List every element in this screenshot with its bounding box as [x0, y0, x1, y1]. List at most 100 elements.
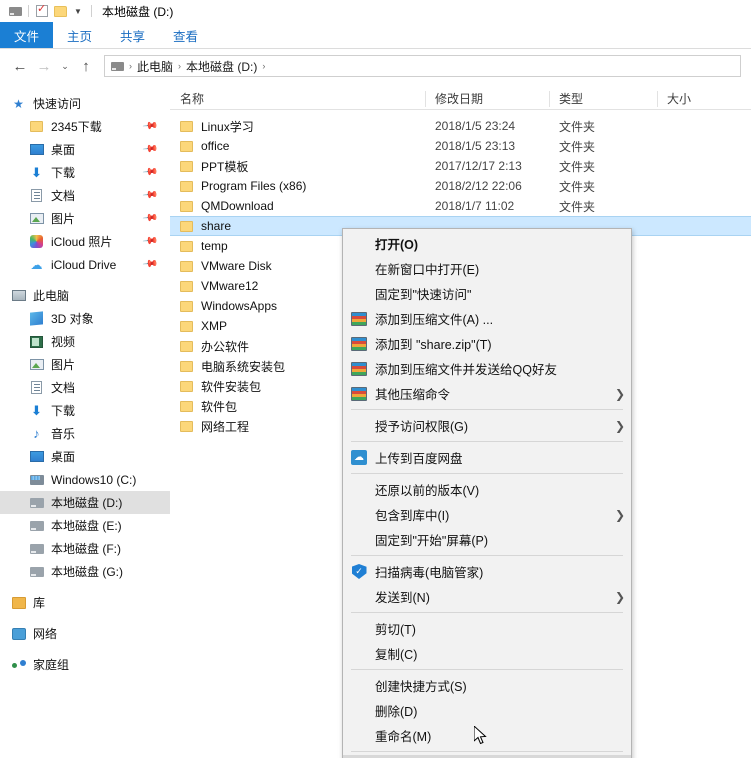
sidebar-item-local-disk-g[interactable]: 本地磁盘 (G:)	[0, 560, 170, 583]
address-bar[interactable]: › 此电脑 › 本地磁盘 (D:) ›	[104, 55, 741, 77]
menu-item-other-archive-commands[interactable]: 其他压缩命令 ❯	[343, 381, 631, 406]
sidebar-group-libraries[interactable]: 库	[0, 591, 170, 614]
menu-item-archive-and-send-qq[interactable]: 添加到压缩文件并发送给QQ好友	[343, 356, 631, 381]
sidebar-label: 下载	[51, 404, 76, 418]
menu-item-restore-previous-versions[interactable]: 还原以前的版本(V)	[343, 477, 631, 502]
recent-locations-icon[interactable]: ⌄	[56, 54, 74, 78]
file-name: Linux学习	[201, 119, 254, 134]
sidebar-item-desktop[interactable]: 桌面 📌	[0, 138, 170, 161]
table-row[interactable]: Linux学习 2018/1/5 23:24 文件夹	[170, 116, 751, 136]
tab-file[interactable]: 文件	[0, 22, 54, 48]
tab-home[interactable]: 主页	[53, 22, 106, 48]
forward-button[interactable]: →	[32, 54, 56, 78]
folder-icon	[180, 200, 193, 212]
sidebar-item-local-disk-f[interactable]: 本地磁盘 (F:)	[0, 537, 170, 560]
sidebar-group-this-pc[interactable]: 此电脑	[0, 284, 170, 307]
sidebar-label: 2345下载	[51, 120, 102, 134]
table-row[interactable]: office 2018/1/5 23:13 文件夹	[170, 136, 751, 156]
breadcrumb-separator-2[interactable]: ›	[262, 61, 265, 71]
sidebar-item-windows10-c[interactable]: Windows10 (C:)	[0, 468, 170, 491]
drive-icon[interactable]	[6, 2, 24, 20]
sidebar-label: 本地磁盘 (E:)	[51, 519, 122, 533]
breadcrumb-local-disk-d[interactable]: 本地磁盘 (D:)	[186, 58, 257, 75]
context-menu[interactable]: 打开(O) 在新窗口中打开(E) 固定到"快速访问" 添加到压缩文件(A) ..…	[342, 228, 632, 758]
file-name: 网络工程	[201, 419, 250, 434]
3d-objects-icon	[28, 311, 45, 327]
sidebar-label: 文档	[51, 189, 76, 203]
sidebar-item-downloads[interactable]: ⬇ 下载 📌	[0, 161, 170, 184]
back-button[interactable]: ←	[8, 54, 32, 78]
menu-item-upload-baidu-netdisk[interactable]: ☁ 上传到百度网盘	[343, 445, 631, 470]
menu-item-send-to[interactable]: 发送到(N) ❯	[343, 584, 631, 609]
tab-view[interactable]: 查看	[159, 22, 212, 48]
file-name: PPT模板	[201, 159, 249, 174]
menu-separator	[351, 612, 623, 613]
menu-item-add-to-archive[interactable]: 添加到压缩文件(A) ...	[343, 306, 631, 331]
column-header-date[interactable]: 修改日期	[425, 88, 549, 110]
sidebar-label: 本地磁盘 (F:)	[51, 542, 121, 556]
column-header-size[interactable]: 大小	[657, 88, 751, 110]
up-button[interactable]: ↑	[74, 54, 98, 78]
sidebar-item-icloud-photos[interactable]: iCloud 照片 📌	[0, 230, 170, 253]
folder-icon	[180, 120, 193, 132]
navigation-pane[interactable]: ★ 快速访问 2345下载 📌 桌面 📌 ⬇ 下载 📌 文档 📌 图片 📌 iC…	[0, 88, 170, 758]
sidebar-item-icloud-drive[interactable]: ☁ iCloud Drive 📌	[0, 253, 170, 276]
column-header-type[interactable]: 类型	[549, 88, 657, 110]
menu-item-delete[interactable]: 删除(D)	[343, 698, 631, 723]
file-name: WindowsApps	[201, 299, 278, 313]
pin-icon: 📌	[141, 141, 159, 158]
sidebar-item-local-disk-e[interactable]: 本地磁盘 (E:)	[0, 514, 170, 537]
folder-icon	[180, 260, 193, 272]
videos-icon	[28, 334, 45, 350]
sidebar-label: 桌面	[51, 143, 76, 157]
menu-item-include-in-library[interactable]: 包含到库中(I) ❯	[343, 502, 631, 527]
music-icon: ♪	[33, 426, 40, 441]
sidebar-item-music[interactable]: ♪ 音乐	[0, 422, 170, 445]
ribbon-tabs: 文件 主页 共享 查看	[0, 22, 751, 49]
sidebar-item-videos[interactable]: 视频	[0, 330, 170, 353]
sidebar-item-downloads-pc[interactable]: ⬇ 下载	[0, 399, 170, 422]
menu-item-cut[interactable]: 剪切(T)	[343, 616, 631, 641]
menu-item-add-to-share-zip[interactable]: 添加到 "share.zip"(T)	[343, 331, 631, 356]
file-name: temp	[201, 239, 228, 253]
menu-item-grant-access[interactable]: 授予访问权限(G) ❯	[343, 413, 631, 438]
new-folder-icon[interactable]	[51, 2, 69, 20]
sidebar-group-homegroup[interactable]: 家庭组	[0, 653, 170, 676]
breadcrumb-separator-0: ›	[129, 61, 132, 71]
menu-item-copy[interactable]: 复制(C)	[343, 641, 631, 666]
file-name: Program Files (x86)	[201, 179, 307, 193]
sidebar-item-pictures-pc[interactable]: 图片	[0, 353, 170, 376]
sidebar-item-desktop-pc[interactable]: 桌面	[0, 445, 170, 468]
file-date: 2018/1/5 23:24	[435, 119, 516, 133]
pin-icon: 📌	[141, 256, 159, 273]
sidebar-item-3d-objects[interactable]: 3D 对象	[0, 307, 170, 330]
menu-item-pin-quick-access[interactable]: 固定到"快速访问"	[343, 281, 631, 306]
breadcrumb-this-pc[interactable]: 此电脑	[137, 58, 173, 75]
menu-item-open-new-window[interactable]: 在新窗口中打开(E)	[343, 256, 631, 281]
customize-caret-icon[interactable]: ▼	[69, 2, 87, 20]
toolbar-divider	[28, 5, 29, 17]
desktop-icon	[28, 449, 45, 465]
table-row[interactable]: PPT模板 2017/12/17 2:13 文件夹	[170, 156, 751, 176]
sidebar-group-quick-access[interactable]: ★ 快速访问	[0, 92, 170, 115]
menu-item-scan-virus[interactable]: ✓ 扫描病毒(电脑管家)	[343, 559, 631, 584]
menu-item-pin-to-start[interactable]: 固定到"开始"屏幕(P)	[343, 527, 631, 552]
table-row[interactable]: QMDownload 2018/1/7 11:02 文件夹	[170, 196, 751, 216]
sidebar-group-network[interactable]: 网络	[0, 622, 170, 645]
sidebar-item-pictures[interactable]: 图片 📌	[0, 207, 170, 230]
sidebar-item-2345download[interactable]: 2345下载 📌	[0, 115, 170, 138]
properties-icon[interactable]	[33, 2, 51, 20]
pin-icon: 📌	[141, 118, 159, 135]
column-header-name[interactable]: 名称	[170, 88, 425, 110]
menu-item-open[interactable]: 打开(O)	[343, 231, 631, 256]
sidebar-item-documents[interactable]: 文档 📌	[0, 184, 170, 207]
sidebar-item-local-disk-d[interactable]: 本地磁盘 (D:)	[0, 491, 170, 514]
sidebar-label: 图片	[51, 358, 76, 372]
sidebar-label: 快速访问	[33, 97, 82, 111]
tab-share[interactable]: 共享	[106, 22, 159, 48]
table-row[interactable]: Program Files (x86) 2018/2/12 22:06 文件夹	[170, 176, 751, 196]
sidebar-item-documents-pc[interactable]: 文档	[0, 376, 170, 399]
menu-item-create-shortcut[interactable]: 创建快捷方式(S)	[343, 673, 631, 698]
